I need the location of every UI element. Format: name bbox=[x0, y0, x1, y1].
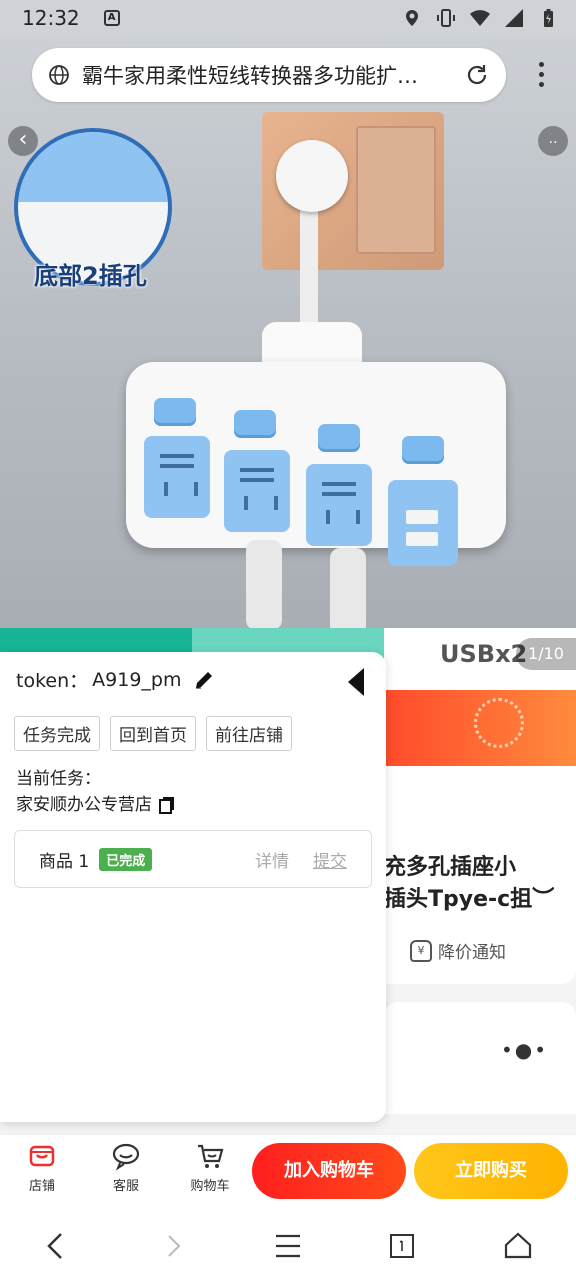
image-page-counter: 1/10 bbox=[516, 638, 576, 670]
task-action-buttons: 任务完成 回到首页 前往店铺 bbox=[14, 716, 292, 751]
cart-button[interactable]: 购物车 bbox=[178, 1141, 242, 1194]
nav-back-icon[interactable] bbox=[38, 1228, 74, 1264]
nav-home-icon[interactable] bbox=[500, 1228, 536, 1264]
service-label: 客服 bbox=[112, 1179, 139, 1194]
collapse-panel-icon[interactable] bbox=[348, 668, 364, 696]
service-button[interactable]: 客服 bbox=[94, 1141, 158, 1194]
copy-icon[interactable] bbox=[158, 796, 176, 814]
item-name: 商品 1 bbox=[39, 851, 90, 872]
shop-label: 店铺 bbox=[28, 1179, 55, 1194]
current-shop-name: 家安顺办公专营店 bbox=[16, 795, 152, 815]
more-dots-icon[interactable]: ‥ bbox=[538, 126, 568, 156]
edit-icon[interactable] bbox=[193, 669, 215, 691]
item-detail-link[interactable]: 详情 bbox=[255, 847, 289, 872]
promo-banner[interactable] bbox=[384, 690, 576, 766]
address-bar[interactable]: 霸牛家用柔性短线转换器多功能扩… bbox=[32, 48, 506, 102]
inset-label: 底部2插孔 bbox=[34, 262, 147, 290]
nav-tabs-icon[interactable] bbox=[384, 1228, 420, 1264]
power-strip bbox=[126, 362, 506, 566]
status-time: 12:32 bbox=[22, 6, 80, 30]
task-complete-button[interactable]: 任务完成 bbox=[14, 716, 100, 751]
price-notify-button[interactable]: ¥ 降价通知 bbox=[410, 938, 506, 963]
task-item-row: 商品 1 已完成 详情 提交 bbox=[14, 830, 372, 888]
shop-button[interactable]: 店铺 bbox=[10, 1141, 74, 1194]
cart-label: 购物车 bbox=[190, 1179, 230, 1194]
back-home-button[interactable]: 回到首页 bbox=[110, 716, 196, 751]
token-value: A919_pm bbox=[92, 668, 182, 691]
nav-menu-icon[interactable] bbox=[270, 1228, 306, 1264]
chat-icon bbox=[112, 1143, 140, 1171]
item-submit-link[interactable]: 提交 bbox=[313, 847, 347, 872]
product-title: 充多孔插座小 插头Tpye-c抯︶ bbox=[384, 855, 555, 912]
system-nav-bar bbox=[0, 1210, 576, 1280]
page-title: 霸牛家用柔性短线转换器多功能扩… bbox=[82, 64, 418, 88]
browser-toolbar: 霸牛家用柔性短线转换器多功能扩… bbox=[0, 36, 576, 114]
notification-icon: A bbox=[103, 10, 120, 26]
go-to-shop-button[interactable]: 前往店铺 bbox=[206, 716, 292, 751]
price-notify-label: 降价通知 bbox=[438, 943, 506, 963]
nav-forward-icon[interactable] bbox=[156, 1228, 192, 1264]
browser-menu-icon[interactable] bbox=[536, 62, 546, 90]
status-badge: 已完成 bbox=[99, 847, 153, 871]
power-cable bbox=[300, 200, 318, 335]
current-task-label: 当前任务： bbox=[16, 769, 101, 789]
battery-icon bbox=[538, 8, 558, 28]
purchase-action-bar: 店铺 客服 购物车 加入购物车 立即购买 bbox=[0, 1134, 576, 1210]
add-to-cart-button[interactable]: 加入购物车 bbox=[252, 1143, 406, 1199]
shop-icon bbox=[29, 1145, 55, 1167]
status-bar: 12:32 A bbox=[0, 0, 576, 36]
product-info-card-2: •●• bbox=[384, 1002, 576, 1114]
task-panel: token： A919_pm 任务完成 回到首页 前往店铺 当前任务： 家安顺办… bbox=[0, 652, 386, 1122]
pager-dots: •●• bbox=[500, 1038, 548, 1062]
vibrate-icon bbox=[436, 8, 456, 28]
usb-ports bbox=[388, 480, 458, 566]
back-icon[interactable]: ‹ bbox=[8, 126, 38, 156]
token-row: token： A919_pm bbox=[16, 666, 215, 693]
buy-now-button[interactable]: 立即购买 bbox=[414, 1143, 568, 1199]
usb-label: USBx2 bbox=[440, 640, 528, 668]
wifi-icon bbox=[470, 8, 490, 28]
location-icon bbox=[402, 8, 422, 28]
cart-icon bbox=[198, 1144, 224, 1168]
price-notify-icon: ¥ bbox=[410, 939, 432, 962]
token-label: token： bbox=[16, 670, 89, 692]
reload-icon[interactable] bbox=[464, 62, 490, 88]
wall-plug bbox=[276, 140, 348, 212]
signal-icon bbox=[504, 8, 524, 28]
globe-icon bbox=[49, 65, 69, 85]
current-task: 当前任务： 家安顺办公专营店 bbox=[16, 766, 176, 818]
